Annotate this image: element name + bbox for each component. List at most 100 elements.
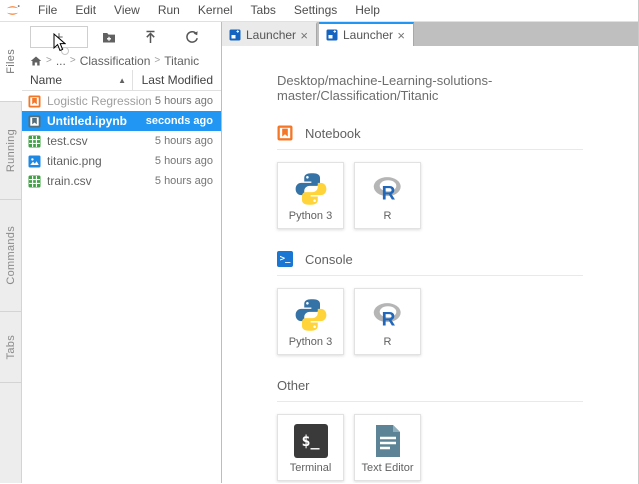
file-modified: 5 hours ago [155,95,213,107]
menu-file[interactable]: File [29,0,66,21]
file-name: train.csv [47,174,155,188]
launcher-panel: Desktop/machine-Learning-solutions-maste… [222,46,638,483]
spreadsheet-file-icon [28,135,41,148]
column-header-modified[interactable]: Last Modified [133,73,213,87]
main-dock-panel: Launcher × Launcher × Desktop/machine-Le… [222,22,638,483]
refresh-icon [185,30,199,44]
tab-label: Launcher [246,28,299,42]
column-modified-label: Last Modified [142,73,213,87]
section-divider [277,149,583,150]
notebook-file-icon [28,115,41,128]
section-header-notebook: Notebook [277,124,638,142]
file-modified: seconds ago [146,115,213,127]
file-browser: + [22,22,222,483]
section-header-console: >_ Console [277,250,638,268]
breadcrumb-classification[interactable]: Classification [80,54,151,68]
sidebar-tab-commands[interactable]: Commands [0,200,21,312]
file-row-test-csv[interactable]: test.csv 5 hours ago [22,131,221,151]
section-divider [277,275,583,276]
close-icon[interactable]: × [396,29,406,42]
notebook-icon [277,125,293,141]
section-title: Console [305,252,353,267]
notebook-cards: Python 3 R R [277,162,638,229]
column-name-label: Name [30,73,62,87]
file-name: Logistic Regression on ... [47,94,155,108]
new-folder-icon [102,31,116,44]
upload-icon [144,30,157,44]
menu-kernel[interactable]: Kernel [189,0,242,21]
file-row-logistic-regression[interactable]: Logistic Regression on ... 5 hours ago [22,91,221,111]
breadcrumb-titanic[interactable]: Titanic [164,54,199,68]
file-name: Untitled.ipynb [47,114,146,128]
card-label: Terminal [290,462,332,480]
tab-label: Launcher [343,28,396,42]
python-logo-icon [293,171,329,207]
breadcrumb-separator: > [70,55,76,66]
card-label: Python 3 [289,336,332,354]
other-cards: $_ Terminal Text Editor [277,414,638,481]
section-title: Notebook [305,126,361,141]
menu-run[interactable]: Run [149,0,189,21]
breadcrumb-ellipsis[interactable]: ... [56,54,66,68]
text-editor-icon [373,423,403,459]
file-modified: 5 hours ago [155,155,213,167]
file-row-train-csv[interactable]: train.csv 5 hours ago [22,171,221,191]
new-launcher-button[interactable]: + [30,26,88,48]
console-icon: >_ [277,251,293,267]
sort-ascending-icon: ▲ [118,76,126,85]
terminal-icon: $_ [294,424,328,458]
launcher-card-terminal[interactable]: $_ Terminal [277,414,344,481]
menu-settings[interactable]: Settings [285,0,346,21]
card-label: R [384,210,392,228]
sidebar-tab-tabs[interactable]: Tabs [0,312,21,383]
section-title: Other [277,378,310,393]
launcher-card-notebook-r[interactable]: R R [354,162,421,229]
menubar: File Edit View Run Kernel Tabs Settings … [0,0,638,22]
column-header-name[interactable]: Name ▲ [30,70,133,90]
launcher-card-text-editor[interactable]: Text Editor [354,414,421,481]
tab-launcher-1[interactable]: Launcher × [222,22,317,46]
file-browser-toolbar: + [22,22,221,51]
launcher-card-console-python3[interactable]: Python 3 [277,288,344,355]
refresh-button[interactable] [171,26,213,48]
sidebar-filler [0,383,21,483]
new-folder-button[interactable] [88,26,130,48]
sidebar-tab-commands-label: Commands [5,226,17,285]
card-label: R [384,336,392,354]
breadcrumb: > ... > Classification > Titanic [22,51,221,70]
sidebar-tab-files-label: Files [5,49,17,74]
jupyter-logo-icon [4,3,21,18]
spreadsheet-file-icon [28,175,41,188]
launcher-card-console-r[interactable]: R R [354,288,421,355]
file-row-untitled-ipynb[interactable]: Untitled.ipynb seconds ago [22,111,221,131]
launcher-current-path: Desktop/machine-Learning-solutions-maste… [277,73,638,103]
launcher-tab-icon [326,29,338,41]
file-name: test.csv [47,134,155,148]
file-row-titanic-png[interactable]: titanic.png 5 hours ago [22,151,221,171]
plus-icon: + [55,29,64,46]
close-icon[interactable]: × [299,29,309,42]
menu-view[interactable]: View [105,0,149,21]
tab-launcher-2[interactable]: Launcher × [319,22,414,46]
breadcrumb-separator: > [154,55,160,66]
sidebar-tab-running[interactable]: Running [0,102,21,200]
launcher-card-notebook-python3[interactable]: Python 3 [277,162,344,229]
notebook-file-icon [28,95,41,108]
upload-button[interactable] [130,26,172,48]
file-name: titanic.png [47,154,155,168]
launcher-tab-icon [229,29,241,41]
sidebar-tab-tabs-label: Tabs [5,335,17,359]
section-divider [277,401,583,402]
home-icon[interactable] [30,55,42,67]
r-logo-icon: R [369,299,407,331]
svg-text:R: R [381,309,395,330]
card-label: Python 3 [289,210,332,228]
dock-tab-bar: Launcher × Launcher × [222,22,638,46]
python-logo-icon [293,297,329,333]
svg-text:R: R [381,183,395,204]
menu-help[interactable]: Help [346,0,389,21]
menu-tabs[interactable]: Tabs [242,0,285,21]
menu-edit[interactable]: Edit [66,0,105,21]
sidebar-tab-files[interactable]: Files [0,22,22,102]
image-file-icon [28,155,41,168]
